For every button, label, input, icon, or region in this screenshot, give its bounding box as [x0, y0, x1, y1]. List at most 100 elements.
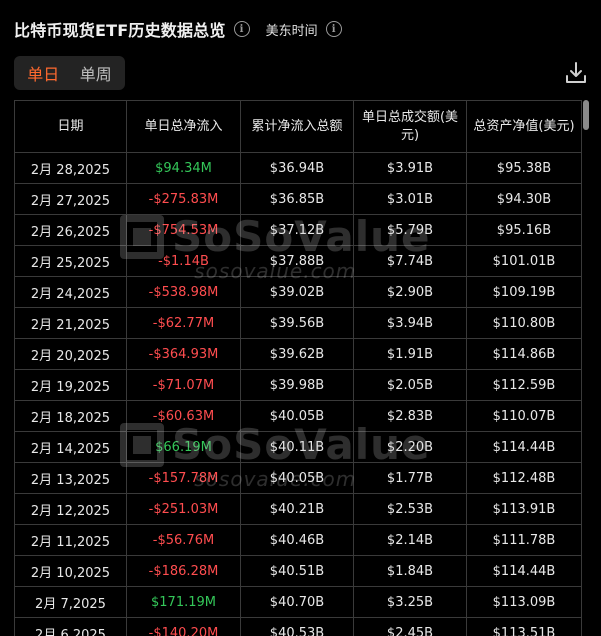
- cumulative-cell: $40.53B: [240, 617, 354, 636]
- net-inflow-cell: -$275.83M: [126, 183, 241, 215]
- nav-cell: $114.44B: [466, 555, 582, 587]
- cumulative-cell: $39.56B: [240, 307, 354, 339]
- volume-cell: $2.83B: [353, 400, 467, 432]
- volume-cell: $7.74B: [353, 245, 467, 277]
- cumulative-cell: $40.46B: [240, 524, 354, 556]
- net-inflow-cell: -$157.78M: [126, 462, 241, 494]
- date-cell: 2月 6,2025: [14, 617, 127, 636]
- tab-weekly[interactable]: 单周: [70, 59, 123, 87]
- volume-cell: $1.91B: [353, 338, 467, 370]
- net-inflow-cell: -$56.76M: [126, 524, 241, 556]
- net-inflow-cell: -$62.77M: [126, 307, 241, 339]
- table-row: 2月 13,2025 -$157.78M $40.05B $1.77B $112.48B: [14, 462, 582, 494]
- cumulative-cell: $36.94B: [240, 152, 354, 184]
- period-toggle: 单日 单周: [14, 56, 125, 90]
- cumulative-cell: $39.62B: [240, 338, 354, 370]
- table-row: 2月 10,2025 -$186.28M $40.51B $1.84B $114.44B: [14, 555, 582, 587]
- cumulative-cell: $39.02B: [240, 276, 354, 308]
- date-cell: 2月 14,2025: [14, 431, 127, 463]
- nav-cell: $95.16B: [466, 214, 582, 246]
- table-row: 2月 25,2025 -$1.14B $37.88B $7.74B $101.01B: [14, 245, 582, 277]
- page-title: 比特币现货ETF历史数据总览: [14, 21, 226, 40]
- nav-cell: $95.38B: [466, 152, 582, 184]
- column-header-volume[interactable]: 单日总成交额(美元): [353, 100, 467, 153]
- date-cell: 2月 12,2025: [14, 493, 127, 525]
- net-inflow-cell: -$60.63M: [126, 400, 241, 432]
- net-inflow-cell: -$186.28M: [126, 555, 241, 587]
- volume-cell: $2.53B: [353, 493, 467, 525]
- nav-cell: $114.44B: [466, 431, 582, 463]
- nav-cell: $111.78B: [466, 524, 582, 556]
- table-row: 2月 20,2025 -$364.93M $39.62B $1.91B $114.86B: [14, 338, 582, 370]
- date-cell: 2月 18,2025: [14, 400, 127, 432]
- net-inflow-cell: $171.19M: [126, 586, 241, 618]
- nav-cell: $101.01B: [466, 245, 582, 277]
- table-scrollbar[interactable]: [583, 100, 589, 130]
- date-cell: 2月 28,2025: [14, 152, 127, 184]
- table-row: 2月 14,2025 $66.19M $40.11B $2.20B $114.44B: [14, 431, 582, 463]
- timezone-label: 美东时间: [265, 23, 318, 39]
- net-inflow-cell: $66.19M: [126, 431, 241, 463]
- nav-cell: $109.19B: [466, 276, 582, 308]
- nav-cell: $110.80B: [466, 307, 582, 339]
- date-cell: 2月 19,2025: [14, 369, 127, 401]
- net-inflow-cell: -$1.14B: [126, 245, 241, 277]
- volume-cell: $2.45B: [353, 617, 467, 636]
- timezone-info-icon[interactable]: i: [325, 21, 342, 37]
- table-row: 2月 27,2025 -$275.83M $36.85B $3.01B $94.30B: [14, 183, 582, 215]
- net-inflow-cell: -$538.98M: [126, 276, 241, 308]
- volume-cell: $3.25B: [353, 586, 467, 618]
- nav-cell: $113.09B: [466, 586, 582, 618]
- cumulative-cell: $40.05B: [240, 400, 354, 432]
- table-row: 2月 19,2025 -$71.07M $39.98B $2.05B $112.59B: [14, 369, 582, 401]
- date-cell: 2月 13,2025: [14, 462, 127, 494]
- volume-cell: $3.94B: [353, 307, 467, 339]
- volume-cell: $1.77B: [353, 462, 467, 494]
- nav-cell: $113.91B: [466, 493, 582, 525]
- volume-cell: $3.01B: [353, 183, 467, 215]
- cumulative-cell: $40.51B: [240, 555, 354, 587]
- cumulative-cell: $39.98B: [240, 369, 354, 401]
- net-inflow-cell: $94.34M: [126, 152, 241, 184]
- download-icon[interactable]: [564, 60, 588, 86]
- date-cell: 2月 20,2025: [14, 338, 127, 370]
- volume-cell: $5.79B: [353, 214, 467, 246]
- cumulative-cell: $40.21B: [240, 493, 354, 525]
- volume-cell: $2.14B: [353, 524, 467, 556]
- table-row: 2月 21,2025 -$62.77M $39.56B $3.94B $110.80B: [14, 307, 582, 339]
- date-cell: 2月 27,2025: [14, 183, 127, 215]
- volume-cell: $2.05B: [353, 369, 467, 401]
- date-cell: 2月 7,2025: [14, 586, 127, 618]
- date-cell: 2月 11,2025: [14, 524, 127, 556]
- column-header-date[interactable]: 日期: [14, 100, 127, 153]
- net-inflow-cell: -$71.07M: [126, 369, 241, 401]
- nav-cell: $110.07B: [466, 400, 582, 432]
- info-icon[interactable]: i: [233, 21, 250, 37]
- table-row: 2月 11,2025 -$56.76M $40.46B $2.14B $111.78B: [14, 524, 582, 556]
- tab-daily[interactable]: 单日: [17, 59, 70, 87]
- cumulative-cell: $40.05B: [240, 462, 354, 494]
- cumulative-cell: $37.12B: [240, 214, 354, 246]
- column-header-nav[interactable]: 总资产净值(美元): [466, 100, 582, 153]
- etf-history-table: 日期 单日总净流入 累计净流入总额 单日总成交额(美元) 总资产净值(美元) 2…: [14, 100, 582, 636]
- nav-cell: $94.30B: [466, 183, 582, 215]
- net-inflow-cell: -$251.03M: [126, 493, 241, 525]
- date-cell: 2月 10,2025: [14, 555, 127, 587]
- table-row: 2月 6,2025 -$140.20M $40.53B $2.45B $113.51B: [14, 617, 582, 636]
- date-cell: 2月 26,2025: [14, 214, 127, 246]
- cumulative-cell: $37.88B: [240, 245, 354, 277]
- page-header: 比特币现货ETF历史数据总览 i 美东时间 i: [14, 14, 342, 44]
- table-row: 2月 28,2025 $94.34M $36.94B $3.91B $95.38B: [14, 152, 582, 184]
- nav-cell: $112.48B: [466, 462, 582, 494]
- column-header-net-inflow[interactable]: 单日总净流入: [126, 100, 241, 153]
- net-inflow-cell: -$140.20M: [126, 617, 241, 636]
- table-header-row: 日期 单日总净流入 累计净流入总额 单日总成交额(美元) 总资产净值(美元): [14, 100, 582, 153]
- date-cell: 2月 21,2025: [14, 307, 127, 339]
- table-row: 2月 18,2025 -$60.63M $40.05B $2.83B $110.07B: [14, 400, 582, 432]
- cumulative-cell: $40.70B: [240, 586, 354, 618]
- net-inflow-cell: -$364.93M: [126, 338, 241, 370]
- table-row: 2月 24,2025 -$538.98M $39.02B $2.90B $109.19B: [14, 276, 582, 308]
- nav-cell: $112.59B: [466, 369, 582, 401]
- column-header-cumulative[interactable]: 累计净流入总额: [240, 100, 354, 153]
- table-row: 2月 26,2025 -$754.53M $37.12B $5.79B $95.16B: [14, 214, 582, 246]
